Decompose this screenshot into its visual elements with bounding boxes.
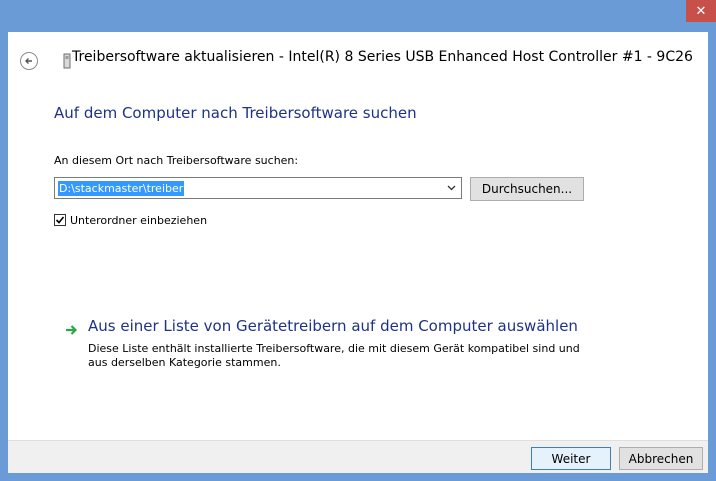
browse-button[interactable]: Durchsuchen...	[470, 177, 584, 201]
back-button[interactable]	[20, 52, 38, 70]
dialog-window: ✕ Treibersoftware aktualisieren - Intel(…	[0, 0, 716, 481]
include-subfolders-option[interactable]: Unterordner einbeziehen	[54, 212, 207, 228]
title-bar: ✕	[0, 0, 716, 32]
wizard-footer: Weiter Abbrechen	[8, 440, 708, 473]
include-subfolders-checkbox[interactable]	[54, 214, 66, 226]
choose-from-list-description: Diese Liste enthält installierte Treiber…	[88, 342, 580, 369]
wizard-title: Treibersoftware aktualisieren - Intel(R)…	[72, 49, 693, 65]
close-icon: ✕	[695, 3, 707, 19]
path-combobox[interactable]: D:\stackmaster\treiber	[54, 177, 462, 199]
green-arrow-icon	[66, 325, 78, 335]
checkmark-icon	[55, 216, 65, 224]
back-arrow-icon	[25, 58, 32, 64]
path-label: An diesem Ort nach Treibersoftware suche…	[54, 154, 299, 167]
path-input-value[interactable]: D:\stackmaster\treiber	[58, 181, 185, 196]
next-button[interactable]: Weiter	[531, 447, 611, 470]
chevron-down-icon[interactable]	[445, 182, 457, 194]
usb-device-icon	[63, 53, 71, 69]
choose-from-list-link[interactable]: Aus einer Liste von Gerätetreibern auf d…	[88, 317, 578, 335]
wizard-header: Treibersoftware aktualisieren - Intel(R)…	[8, 32, 708, 82]
include-subfolders-label: Unterordner einbeziehen	[70, 213, 208, 227]
page-heading: Auf dem Computer nach Treibersoftware su…	[54, 104, 417, 122]
close-button[interactable]: ✕	[686, 0, 716, 22]
dialog-client-area: Treibersoftware aktualisieren - Intel(R)…	[8, 32, 708, 473]
cancel-button[interactable]: Abbrechen	[619, 447, 703, 470]
